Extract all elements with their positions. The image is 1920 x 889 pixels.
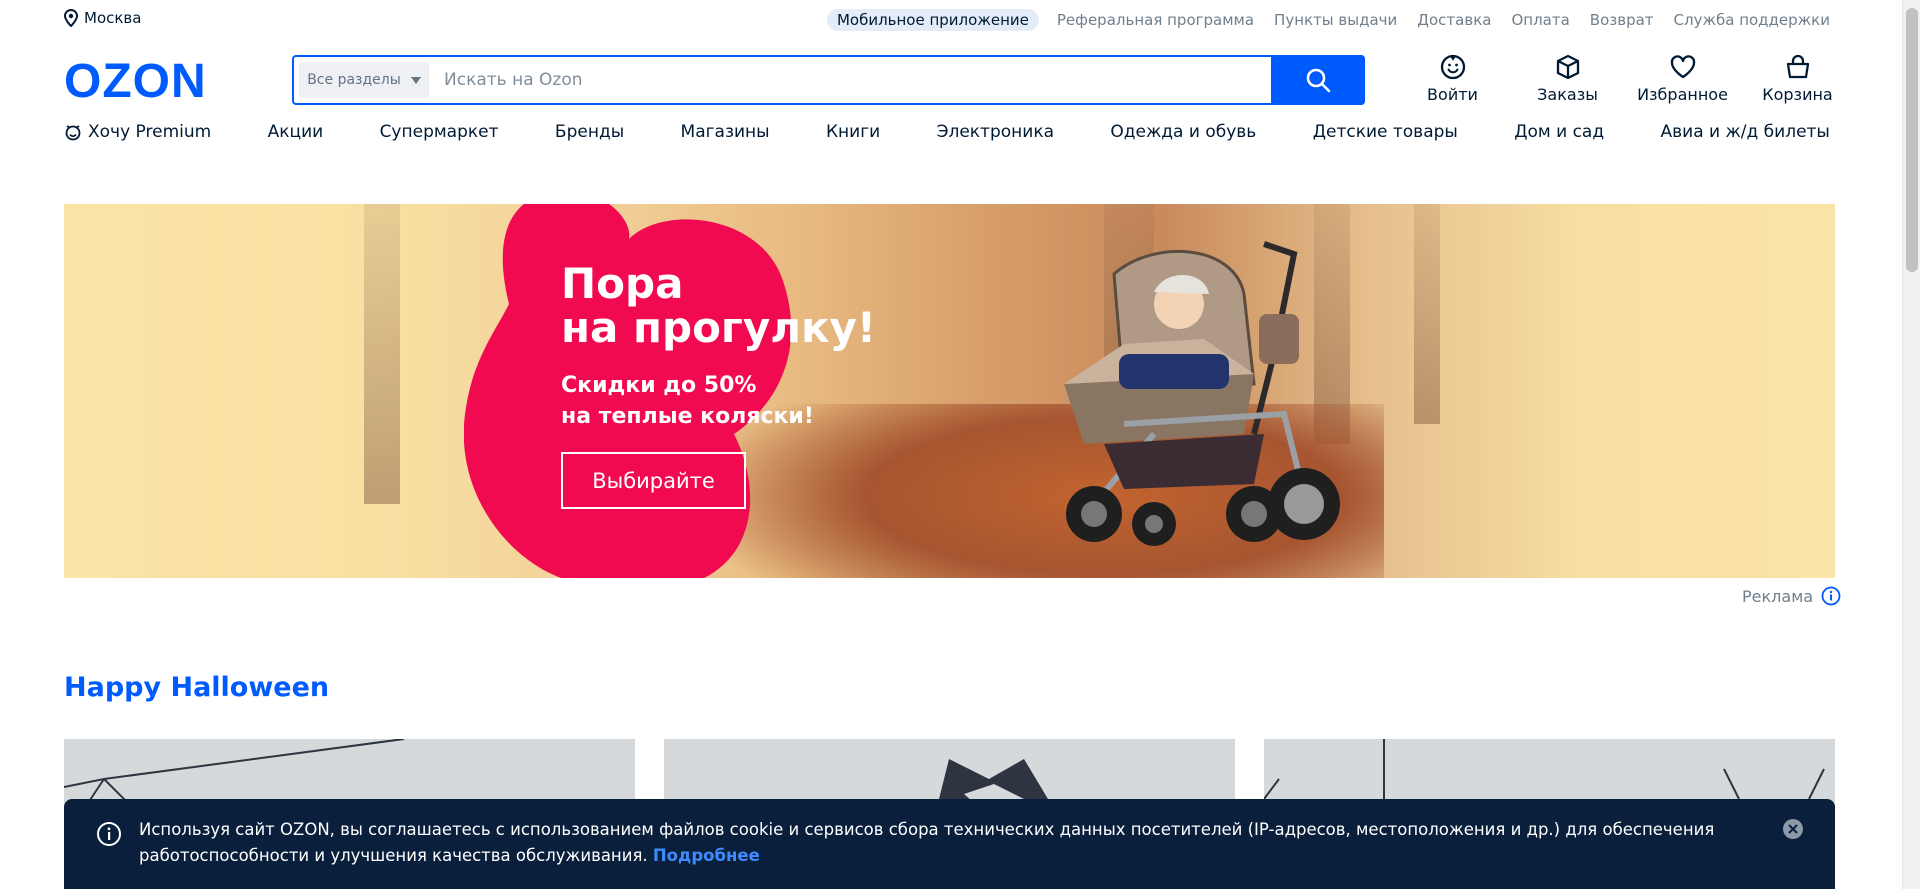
nav-shops[interactable]: Магазины xyxy=(681,122,770,142)
banner-subtitle: Скидки до 50% на теплые коляски! xyxy=(561,370,814,432)
basket-icon xyxy=(1786,54,1809,79)
returns-link[interactable]: Возврат xyxy=(1590,11,1654,29)
support-link[interactable]: Служба поддержки xyxy=(1674,11,1830,29)
search-button[interactable] xyxy=(1271,55,1365,105)
banner-subtitle-line-1: Скидки до 50% xyxy=(561,373,757,398)
delivery-link[interactable]: Доставка xyxy=(1417,11,1491,29)
heart-icon xyxy=(1670,55,1695,79)
favorites-label: Избранное xyxy=(1637,85,1728,104)
cookie-more-link[interactable]: Подробнее xyxy=(653,846,760,865)
banner-choose-button[interactable]: Выбирайте xyxy=(561,452,746,509)
cart-label: Корзина xyxy=(1762,85,1833,104)
box-icon xyxy=(1556,54,1579,80)
banner-subtitle-line-2: на теплые коляски! xyxy=(561,404,814,429)
cookie-close-button[interactable] xyxy=(1783,819,1803,839)
payment-link[interactable]: Оплата xyxy=(1511,11,1569,29)
nav-supermarket[interactable]: Супермаркет xyxy=(380,122,499,142)
nav-books[interactable]: Книги xyxy=(826,122,880,142)
top-bar: Москва Мобильное приложение Реферальная … xyxy=(64,0,1830,40)
section-title[interactable]: Happy Halloween xyxy=(64,672,329,703)
close-icon xyxy=(1788,824,1798,834)
page-scrollbar[interactable] xyxy=(1902,0,1920,889)
nav-electronics[interactable]: Электроника xyxy=(937,122,1054,142)
orders-button[interactable]: Заказы xyxy=(1510,53,1625,104)
ozon-logo[interactable]: OZON xyxy=(64,58,207,106)
mobile-app-link[interactable]: Мобильное приложение xyxy=(826,9,1039,31)
info-icon xyxy=(97,822,121,846)
ad-label-text: Реклама xyxy=(1742,586,1814,606)
search-bar: Все разделы xyxy=(292,55,1365,105)
caret-down-icon xyxy=(410,76,421,84)
location-selector[interactable]: Москва xyxy=(64,9,141,27)
cookie-text: Используя сайт OZON, вы соглашаетесь с и… xyxy=(139,817,1739,869)
nav-promotions[interactable]: Акции xyxy=(268,122,324,142)
nav-kids[interactable]: Детские товары xyxy=(1313,122,1458,142)
ad-label[interactable]: Реклама xyxy=(1742,586,1841,606)
search-input[interactable] xyxy=(434,57,1271,103)
login-button[interactable]: Войти xyxy=(1395,53,1510,104)
search-category-dropdown[interactable]: Все разделы xyxy=(299,62,429,98)
banner-title-line-1: Пора xyxy=(561,259,684,308)
pickup-points-link[interactable]: Пункты выдачи xyxy=(1274,11,1397,29)
nav-brands[interactable]: Бренды xyxy=(555,122,624,142)
search-icon xyxy=(1306,68,1331,93)
cookie-banner: Используя сайт OZON, вы соглашаетесь с и… xyxy=(64,799,1835,889)
cookie-message: Используя сайт OZON, вы соглашаетесь с и… xyxy=(139,820,1715,865)
banner-tree xyxy=(1414,204,1440,424)
stroller-image xyxy=(1064,241,1340,546)
scrollbar-thumb[interactable] xyxy=(1906,8,1918,272)
search-category-label: Все разделы xyxy=(307,72,401,88)
orders-label: Заказы xyxy=(1537,85,1598,104)
banner-tree xyxy=(364,204,400,504)
referral-link[interactable]: Реферальная программа xyxy=(1057,11,1254,29)
banner-title: Пора на прогулку! xyxy=(561,262,876,350)
header-actions: Войти Заказы Избранное Корзина xyxy=(1395,53,1855,104)
info-icon xyxy=(1821,586,1841,606)
banner-title-line-2: на прогулку! xyxy=(561,303,877,352)
nav-premium[interactable]: Хочу Premium xyxy=(64,122,211,142)
location-label: Москва xyxy=(84,9,142,27)
nav-clothing[interactable]: Одежда и обувь xyxy=(1110,122,1256,142)
nav-tickets[interactable]: Авиа и ж/д билеты xyxy=(1661,122,1830,142)
favorites-button[interactable]: Избранное xyxy=(1625,53,1740,104)
premium-smile-icon xyxy=(65,125,81,141)
login-label: Войти xyxy=(1427,85,1478,104)
top-links: Мобильное приложение Реферальная програм… xyxy=(826,9,1830,31)
cart-button[interactable]: Корзина xyxy=(1740,53,1855,104)
smile-icon xyxy=(1440,54,1465,80)
location-pin-icon xyxy=(64,9,78,27)
nav-premium-label: Хочу Premium xyxy=(88,122,212,142)
category-nav: Хочу Premium Акции Супермаркет Бренды Ма… xyxy=(64,122,1830,142)
promo-banner[interactable]: Пора на прогулку! Скидки до 50% на теплы… xyxy=(64,204,1835,578)
nav-home-garden[interactable]: Дом и сад xyxy=(1514,122,1604,142)
